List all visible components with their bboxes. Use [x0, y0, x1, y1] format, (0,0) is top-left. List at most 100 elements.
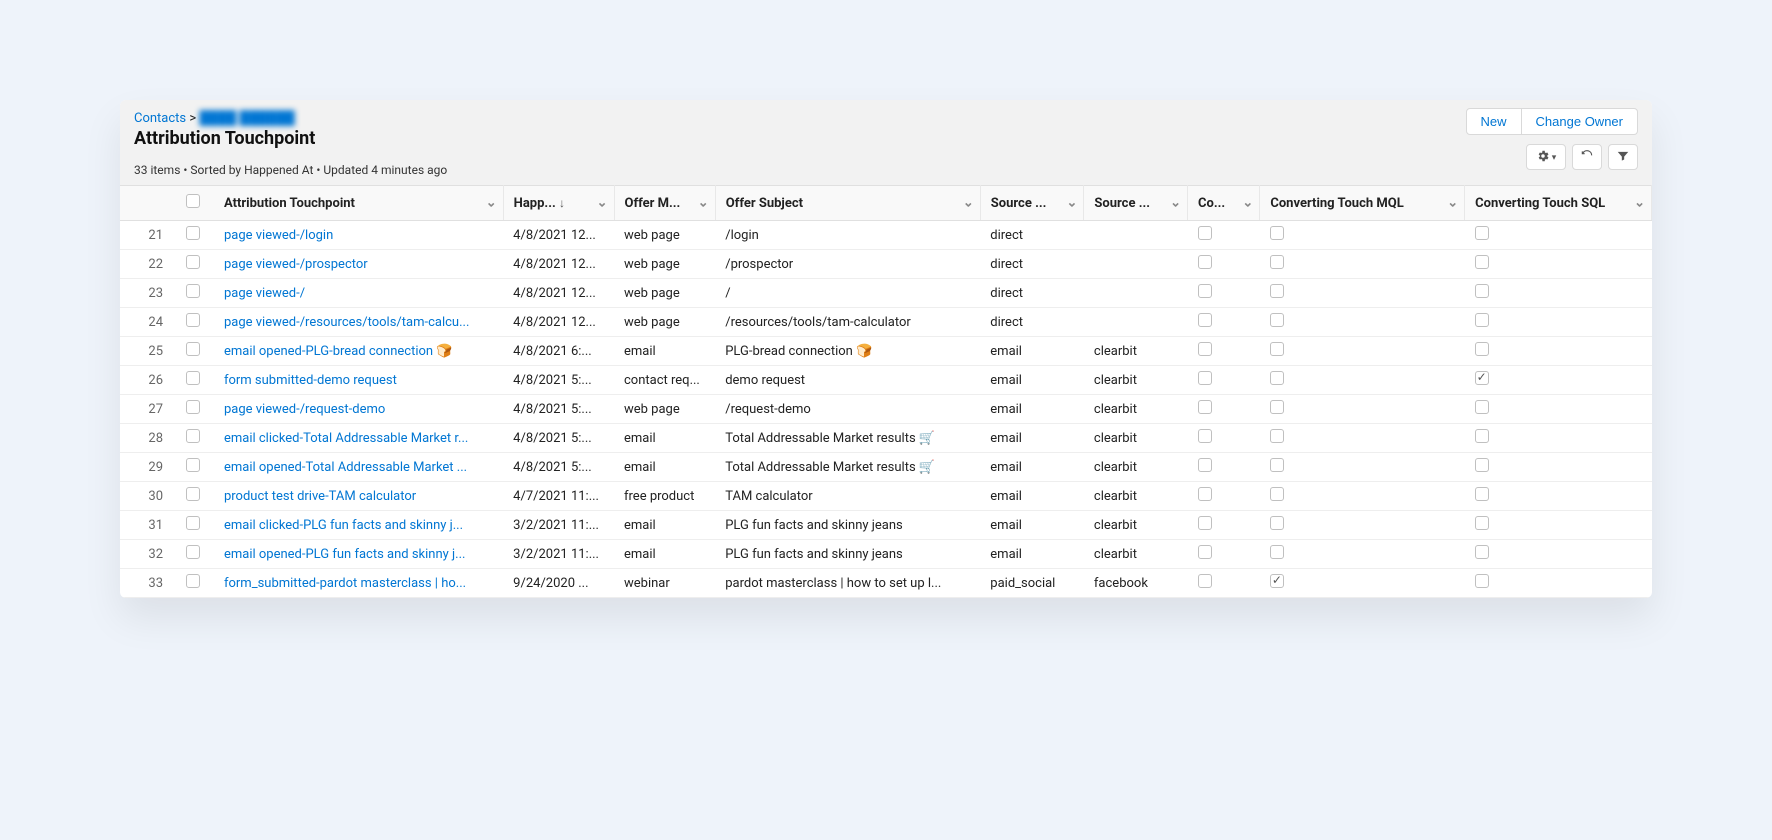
chevron-down-icon[interactable]: ⌄: [963, 196, 974, 211]
row-checkbox[interactable]: [186, 342, 200, 356]
cell-sql[interactable]: [1465, 482, 1652, 511]
cell-mql[interactable]: [1260, 453, 1465, 482]
mql-checkbox[interactable]: [1270, 545, 1284, 559]
row-select[interactable]: [173, 337, 214, 366]
co-checkbox[interactable]: [1198, 342, 1212, 356]
mql-checkbox[interactable]: [1270, 429, 1284, 443]
row-select[interactable]: [173, 221, 214, 250]
mql-checkbox[interactable]: [1270, 313, 1284, 327]
cell-mql[interactable]: [1260, 395, 1465, 424]
co-checkbox[interactable]: [1198, 226, 1212, 240]
co-checkbox[interactable]: [1198, 545, 1212, 559]
touchpoint-link[interactable]: email clicked-Total Addressable Market r…: [224, 431, 468, 446]
touchpoint-link[interactable]: form_submitted-pardot masterclass | ho..…: [224, 576, 466, 591]
row-select[interactable]: [173, 279, 214, 308]
cell-co[interactable]: [1188, 366, 1260, 395]
row-checkbox[interactable]: [186, 284, 200, 298]
row-checkbox[interactable]: [186, 545, 200, 559]
change-owner-button[interactable]: Change Owner: [1522, 108, 1638, 135]
sql-checkbox[interactable]: [1475, 371, 1489, 385]
mql-checkbox[interactable]: [1270, 255, 1284, 269]
mql-checkbox[interactable]: [1270, 284, 1284, 298]
row-select[interactable]: [173, 482, 214, 511]
row-select[interactable]: [173, 250, 214, 279]
sql-checkbox[interactable]: [1475, 400, 1489, 414]
co-checkbox[interactable]: [1198, 458, 1212, 472]
mql-checkbox[interactable]: [1270, 371, 1284, 385]
chevron-down-icon[interactable]: ⌄: [486, 196, 497, 211]
co-checkbox[interactable]: [1198, 429, 1212, 443]
row-checkbox[interactable]: [186, 487, 200, 501]
sql-checkbox[interactable]: [1475, 574, 1489, 588]
breadcrumb-root[interactable]: Contacts: [134, 111, 186, 126]
row-checkbox[interactable]: [186, 429, 200, 443]
sql-checkbox[interactable]: [1475, 516, 1489, 530]
chevron-down-icon[interactable]: ⌄: [1067, 196, 1078, 211]
mql-checkbox[interactable]: [1270, 226, 1284, 240]
mql-checkbox[interactable]: [1270, 574, 1284, 588]
row-checkbox[interactable]: [186, 458, 200, 472]
cell-sql[interactable]: [1465, 337, 1652, 366]
co-checkbox[interactable]: [1198, 371, 1212, 385]
row-checkbox[interactable]: [186, 313, 200, 327]
row-select[interactable]: [173, 395, 214, 424]
cell-mql[interactable]: [1260, 482, 1465, 511]
cell-sql[interactable]: [1465, 279, 1652, 308]
row-select[interactable]: [173, 308, 214, 337]
cell-mql[interactable]: [1260, 308, 1465, 337]
sql-checkbox[interactable]: [1475, 313, 1489, 327]
row-select[interactable]: [173, 569, 214, 598]
mql-checkbox[interactable]: [1270, 487, 1284, 501]
touchpoint-link[interactable]: page viewed-/request-demo: [224, 402, 385, 417]
refresh-button[interactable]: [1572, 144, 1602, 170]
col-offer-medium[interactable]: Offer M...⌄: [614, 186, 715, 221]
cell-co[interactable]: [1188, 424, 1260, 453]
col-offer-subject[interactable]: Offer Subject⌄: [715, 186, 980, 221]
cell-co[interactable]: [1188, 511, 1260, 540]
cell-sql[interactable]: [1465, 540, 1652, 569]
col-happened-at[interactable]: Happ... ↓⌄: [503, 186, 614, 221]
breadcrumb-contact-name[interactable]: ████ ██████: [199, 110, 294, 126]
row-checkbox[interactable]: [186, 516, 200, 530]
cell-sql[interactable]: [1465, 511, 1652, 540]
chevron-down-icon[interactable]: ⌄: [1242, 196, 1253, 211]
row-checkbox[interactable]: [186, 400, 200, 414]
cell-sql[interactable]: [1465, 424, 1652, 453]
row-checkbox[interactable]: [186, 255, 200, 269]
col-source-2[interactable]: Source ...⌄: [1084, 186, 1188, 221]
cell-mql[interactable]: [1260, 221, 1465, 250]
cell-sql[interactable]: [1465, 250, 1652, 279]
sql-checkbox[interactable]: [1475, 255, 1489, 269]
mql-checkbox[interactable]: [1270, 342, 1284, 356]
cell-mql[interactable]: [1260, 511, 1465, 540]
cell-co[interactable]: [1188, 308, 1260, 337]
touchpoint-link[interactable]: page viewed-/prospector: [224, 257, 368, 272]
cell-mql[interactable]: [1260, 424, 1465, 453]
sql-checkbox[interactable]: [1475, 458, 1489, 472]
chevron-down-icon[interactable]: ⌄: [1634, 196, 1645, 211]
cell-mql[interactable]: [1260, 366, 1465, 395]
chevron-down-icon[interactable]: ⌄: [597, 196, 608, 211]
sql-checkbox[interactable]: [1475, 545, 1489, 559]
touchpoint-link[interactable]: email opened-PLG fun facts and skinny j.…: [224, 547, 465, 562]
co-checkbox[interactable]: [1198, 284, 1212, 298]
row-select[interactable]: [173, 540, 214, 569]
sql-checkbox[interactable]: [1475, 284, 1489, 298]
sql-checkbox[interactable]: [1475, 226, 1489, 240]
col-attribution[interactable]: Attribution Touchpoint⌄: [214, 186, 503, 221]
touchpoint-link[interactable]: email clicked-PLG fun facts and skinny j…: [224, 518, 463, 533]
new-button[interactable]: New: [1466, 108, 1522, 135]
cell-co[interactable]: [1188, 453, 1260, 482]
col-mql[interactable]: Converting Touch MQL⌄: [1260, 186, 1465, 221]
co-checkbox[interactable]: [1198, 255, 1212, 269]
cell-co[interactable]: [1188, 337, 1260, 366]
cell-mql[interactable]: [1260, 279, 1465, 308]
sql-checkbox[interactable]: [1475, 429, 1489, 443]
row-select[interactable]: [173, 424, 214, 453]
co-checkbox[interactable]: [1198, 400, 1212, 414]
cell-mql[interactable]: [1260, 337, 1465, 366]
touchpoint-link[interactable]: email opened-Total Addressable Market ..…: [224, 460, 467, 475]
cell-mql[interactable]: [1260, 540, 1465, 569]
cell-co[interactable]: [1188, 569, 1260, 598]
cell-co[interactable]: [1188, 482, 1260, 511]
